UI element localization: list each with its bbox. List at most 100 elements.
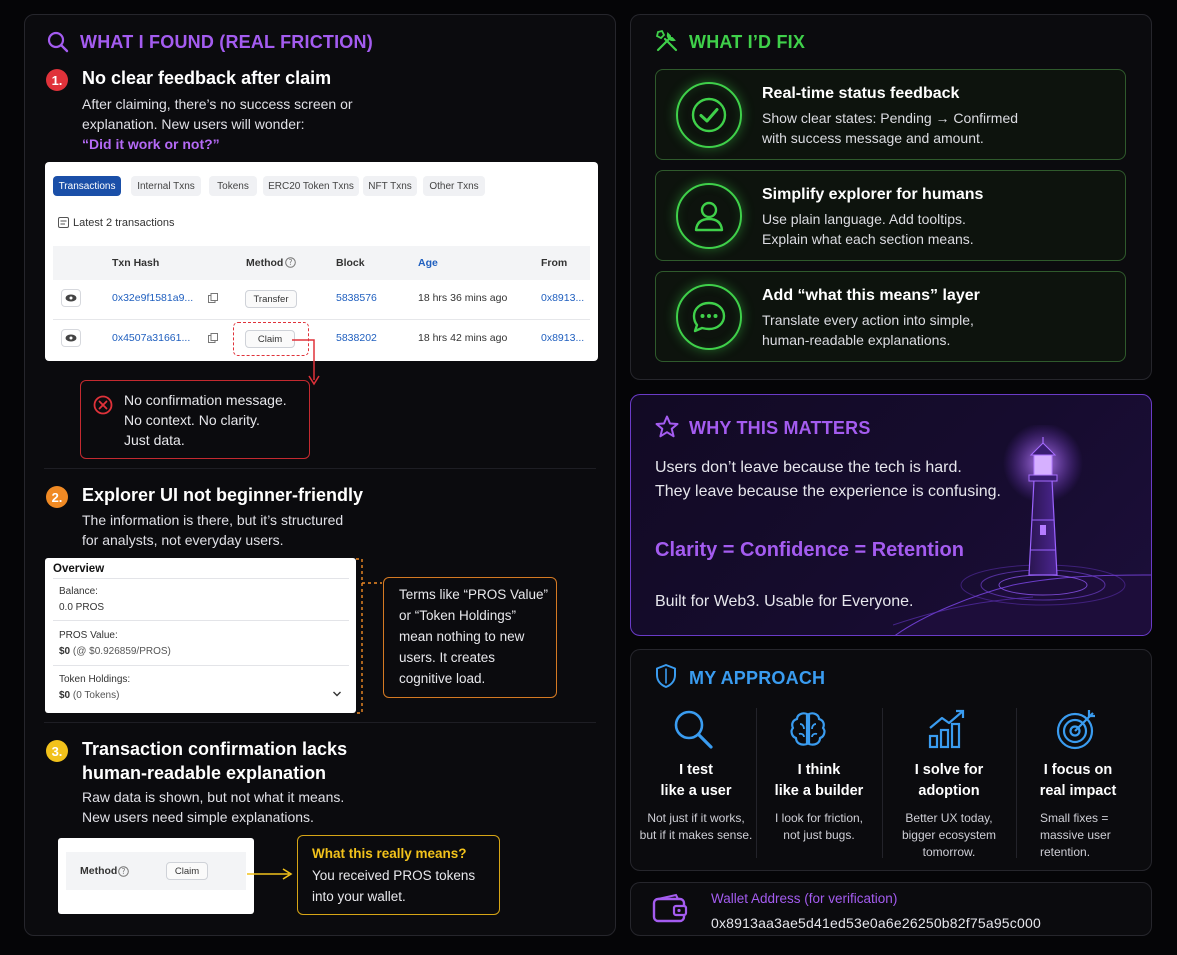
header-age[interactable]: Age xyxy=(418,257,438,269)
fix1-line2: with success message and amount. xyxy=(762,130,984,146)
header-txn-hash: Txn Hash xyxy=(112,257,160,269)
what-this-means-callout: What this really means? You received PRO… xyxy=(297,835,500,915)
block-link[interactable]: 5838576 xyxy=(336,292,377,304)
from-address-link[interactable]: 0x8913... xyxy=(541,332,584,344)
approach4-title-line2: real impact xyxy=(1039,783,1117,799)
orange-bracket-connector xyxy=(356,558,382,714)
txn-hash-link[interactable]: 0x32e9f1581a9... xyxy=(112,292,193,304)
approach4-title-line1: I focus on xyxy=(1043,762,1113,778)
callout2-line1: Terms like “PROS Value” xyxy=(399,587,549,602)
fix-title: WHAT I’D FIX xyxy=(689,32,806,52)
pros-value: $0 xyxy=(59,646,71,657)
method-badge-claim: Claim xyxy=(166,862,208,880)
method-screenshot: Method ? Claim xyxy=(58,838,254,914)
why-title: WHY THIS MATTERS xyxy=(689,418,871,438)
target-icon xyxy=(1056,710,1095,750)
approach-divider xyxy=(756,708,757,858)
why-line2: They leave because the experience is con… xyxy=(655,483,1001,500)
wallet-address[interactable]: 0x8913aa3ae5d41ed53e0a6e26250b82f75a95c0… xyxy=(711,915,1041,931)
fix-card-meaning-layer: Add “what this means” layer Translate ev… xyxy=(655,271,1126,362)
approach-divider xyxy=(1016,708,1017,858)
tab-nft-txns[interactable]: NFT Txns xyxy=(363,176,417,196)
no-confirmation-callout: No confirmation message. No context. No … xyxy=(80,380,310,459)
check-circle-icon xyxy=(676,82,742,148)
age-value: 18 hrs 36 mins ago xyxy=(418,292,508,304)
pros-price-note: (@ $0.926859/PROS) xyxy=(72,646,171,657)
approach1-desc-line2: but if it makes sense. xyxy=(639,828,753,842)
yellow-arrow xyxy=(247,868,293,880)
fix3-line1: Translate every action into simple, xyxy=(762,312,974,328)
tab-erc20-token-txns[interactable]: ERC20 Token Txns xyxy=(263,176,359,196)
approach-divider xyxy=(882,708,883,858)
explorer-screenshot: Transactions Internal Txns Tokens ERC20 … xyxy=(45,162,598,361)
svg-text:?: ? xyxy=(289,258,293,267)
approach3-desc-line2: bigger ecosystem xyxy=(901,828,997,842)
callout2-line3: mean nothing to new xyxy=(399,629,525,644)
approach3-desc-line1: Better UX today, xyxy=(905,811,993,825)
item3-desc-line1: Raw data is shown, but not what it means… xyxy=(82,789,345,805)
chevron-down-icon[interactable] xyxy=(332,690,342,698)
magnifier-icon xyxy=(674,710,713,749)
block-link[interactable]: 5838202 xyxy=(336,332,377,344)
growth-chart-icon xyxy=(928,709,965,749)
copy-icon[interactable] xyxy=(208,293,218,303)
header-block: Block xyxy=(336,257,365,269)
callout1-line1: No confirmation message. xyxy=(124,392,287,408)
approach1-title-line1: I test xyxy=(679,762,713,778)
tab-other-txns[interactable]: Other Txns xyxy=(423,176,485,196)
pros-value-label: PROS Value: xyxy=(59,630,118,641)
tab-tokens[interactable]: Tokens xyxy=(209,176,257,196)
fix1-title: Real-time status feedback xyxy=(762,85,960,102)
approach4-desc-line1: Small fixes = xyxy=(1040,811,1109,825)
item1-title: No clear feedback after claim xyxy=(82,68,332,88)
callout2-line5: cognitive load. xyxy=(399,671,486,686)
tools-icon xyxy=(655,29,678,52)
callout2-line4: users. It creates xyxy=(399,650,496,665)
callout3-line1: You received PROS tokens xyxy=(312,868,476,883)
why-tagline: Built for Web3. Usable for Everyone. xyxy=(655,593,914,610)
fix3-line2: human-readable explanations. xyxy=(762,332,951,348)
txn-hash-link[interactable]: 0x4507a31661... xyxy=(112,332,190,344)
approach1-desc-line1: Not just if it works, xyxy=(647,811,745,825)
callout2-line2: or “Token Holdings” xyxy=(399,608,517,623)
from-address-link[interactable]: 0x8913... xyxy=(541,292,584,304)
view-txn-button[interactable] xyxy=(61,329,81,347)
eye-icon xyxy=(65,294,77,302)
latest-transactions-label: Latest 2 transactions xyxy=(73,217,175,229)
copy-icon[interactable] xyxy=(208,333,218,343)
wallet-icon xyxy=(652,893,688,923)
header-from: From xyxy=(541,257,568,269)
balance-label: Balance: xyxy=(59,586,98,597)
approach-think-like-builder: I think like a builder I look for fricti… xyxy=(758,760,880,844)
approach3-title-line2: adoption xyxy=(918,783,980,799)
tab-internal-txns[interactable]: Internal Txns xyxy=(131,176,201,196)
check-icon xyxy=(691,97,727,133)
shield-icon xyxy=(656,664,676,688)
item-number-1: 1. xyxy=(46,69,68,91)
approach3-desc-line3: tomorrow. xyxy=(922,845,976,859)
item-number-3: 3. xyxy=(46,740,68,762)
item-number-2: 2. xyxy=(46,486,68,508)
approach1-title-line2: like a user xyxy=(660,783,732,799)
fix2-line2: Explain what each section means. xyxy=(762,231,974,247)
tab-transactions[interactable]: Transactions xyxy=(53,176,121,196)
header-method: Method xyxy=(246,257,284,269)
approach-title: MY APPROACH xyxy=(689,668,826,688)
item3-title-line1: Transaction confirmation lacks xyxy=(82,739,348,759)
row-divider xyxy=(53,319,590,320)
x-circle-icon xyxy=(93,395,113,415)
approach-solve-adoption: I solve for adoption Better UX today, bi… xyxy=(884,760,1014,861)
found-title: WHAT I FOUND (REAL FRICTION) xyxy=(80,32,373,52)
user-icon xyxy=(676,183,742,249)
why-equation: Clarity = Confidence = Retention xyxy=(655,539,964,561)
fix-card-status-feedback: Real-time status feedback Show clear sta… xyxy=(655,69,1126,160)
approach2-title-line1: I think xyxy=(797,762,841,778)
person-icon xyxy=(694,201,724,232)
method-badge-transfer: Transfer xyxy=(245,290,297,308)
item3-title-line2: human-readable explanation xyxy=(82,763,327,783)
item2-title: Explorer UI not beginner-friendly xyxy=(82,485,364,505)
fix2-title: Simplify explorer for humans xyxy=(762,186,984,203)
item1-quote: “Did it work or not?” xyxy=(82,136,220,152)
view-txn-button[interactable] xyxy=(61,289,81,307)
item3-desc-line2: New users need simple explanations. xyxy=(82,809,314,825)
